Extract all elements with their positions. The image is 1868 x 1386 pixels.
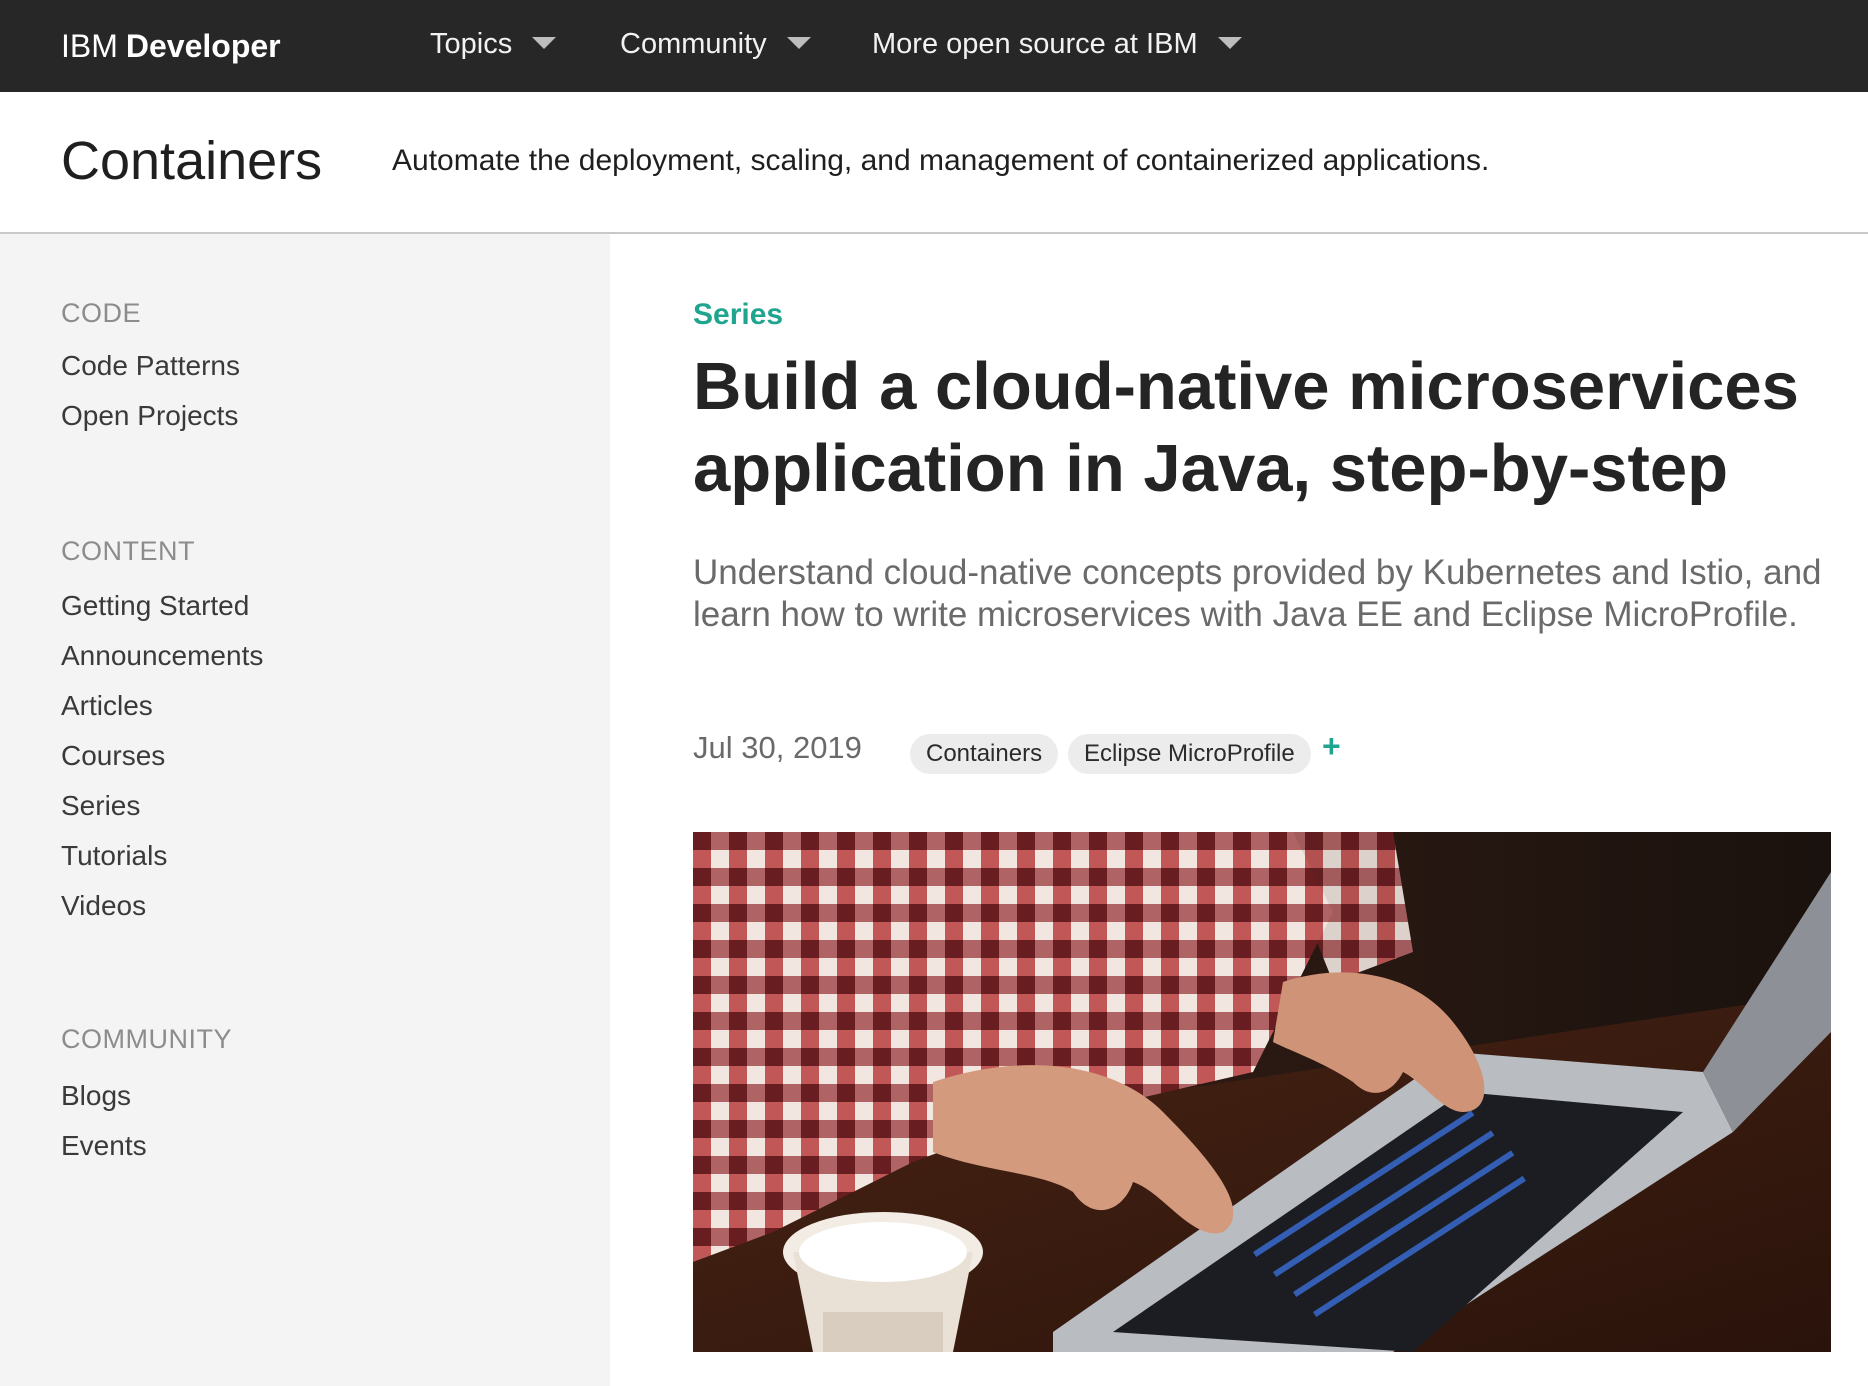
nav-more-open-source-menu[interactable]: More open source at IBM [872,0,1242,92]
sidebar-item-code-patterns[interactable]: Code Patterns [61,350,240,382]
article-summary: Understand cloud-native concepts provide… [693,553,1822,634]
sidebar-item-events[interactable]: Events [61,1130,147,1162]
sidebar-item-open-projects[interactable]: Open Projects [61,400,238,432]
hero-image [693,832,1831,1352]
nav-community-label: Community [620,28,767,60]
chevron-down-icon [532,37,557,50]
article-main: Series Build a cloud-native microservice… [610,234,1868,1386]
hero-photo-illustration [693,832,1831,1352]
sidebar-heading-content: CONTENT [61,536,195,566]
sidebar-item-announcements[interactable]: Announcements [61,640,263,672]
topic-title[interactable]: Containers [61,130,322,192]
publish-date: Jul 30, 2019 [693,730,862,765]
top-navigation: IBM Developer Topics Community More open … [0,0,1868,92]
sidebar-item-getting-started[interactable]: Getting Started [61,590,249,622]
nav-topics-label: Topics [430,28,513,60]
sidebar-item-articles[interactable]: Articles [61,690,153,722]
sidebar-item-videos[interactable]: Videos [61,890,146,922]
content-type-label[interactable]: Series [693,298,783,332]
sidebar-item-blogs[interactable]: Blogs [61,1080,131,1112]
sidebar-item-courses[interactable]: Courses [61,740,165,772]
chevron-down-icon [1217,37,1242,50]
article-title: Build a cloud-native microservices appli… [693,349,1799,506]
sidebar-heading-community: COMMUNITY [61,1024,232,1054]
sidebar-item-series[interactable]: Series [61,790,140,822]
nav-more-open-source-label: More open source at IBM [872,28,1198,60]
sidebar-item-tutorials[interactable]: Tutorials [61,840,167,872]
tag-containers[interactable]: Containers [910,734,1059,774]
topic-description: Automate the deployment, scaling, and ma… [392,144,1490,177]
plus-icon[interactable]: + [1322,728,1341,765]
nav-topics-menu[interactable]: Topics [430,0,557,92]
topic-header: Containers Automate the deployment, scal… [0,92,1868,234]
brand-logo[interactable]: IBM Developer [61,0,281,92]
sidebar-heading-code: CODE [61,298,142,328]
tag-eclipse-microprofile[interactable]: Eclipse MicroProfile [1068,734,1311,774]
chevron-down-icon [786,37,811,50]
brand-prefix: IBM [61,28,118,64]
brand-name: Developer [125,28,281,64]
nav-community-menu[interactable]: Community [620,0,811,92]
sidebar: CODE Code Patterns Open Projects CONTENT… [0,234,610,1386]
